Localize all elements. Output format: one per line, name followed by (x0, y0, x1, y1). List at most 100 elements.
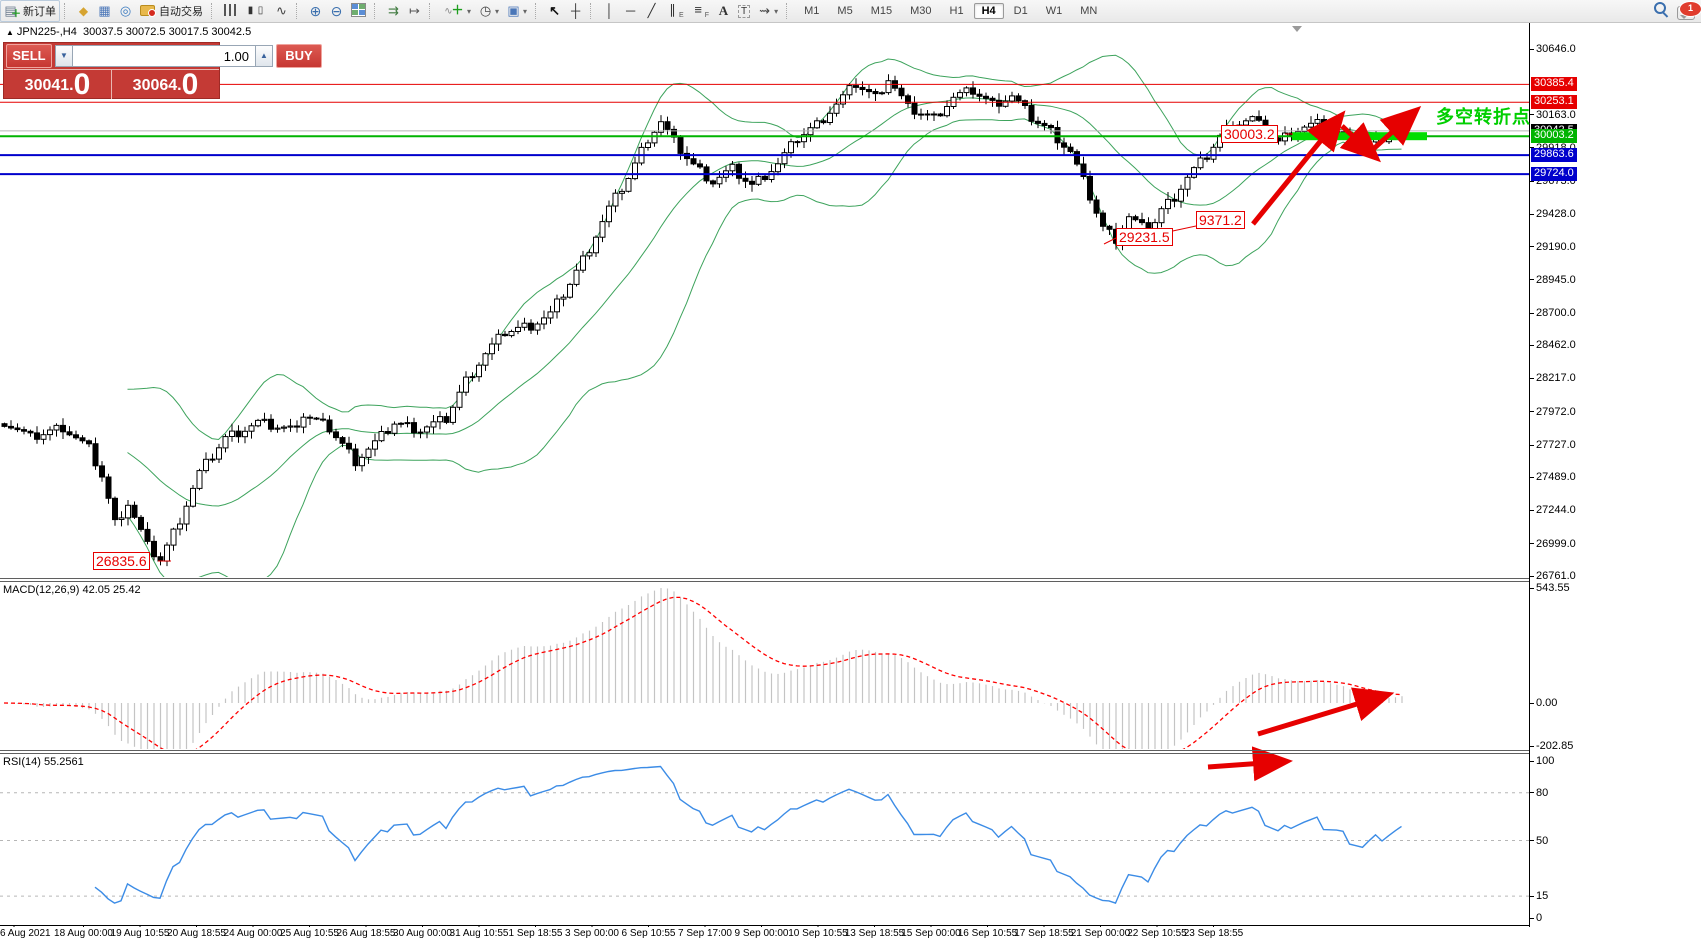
rsi-scale-tick: 15 (1530, 890, 1548, 902)
toolbar-separator (429, 3, 435, 19)
hline-glyph: ─ (624, 3, 637, 19)
timeframe-m15[interactable]: M15 (863, 3, 900, 19)
vline-glyph: │ (603, 3, 616, 19)
time-label: 6 Aug 2021 (0, 928, 51, 939)
grid-glyph (351, 3, 366, 20)
templates-button[interactable]: ▣▾ (503, 0, 531, 22)
time-label: 22 Sep 10:55 (1127, 928, 1187, 939)
horizontal-line-button[interactable]: ─ (620, 0, 641, 22)
chevron-down-icon: ▾ (495, 7, 499, 16)
price-annotation-9371.2[interactable]: 9371.2 (1196, 211, 1245, 229)
collapse-triangle-icon[interactable]: ▲ (6, 28, 14, 37)
crosshair-button[interactable]: ┼ (565, 0, 586, 22)
timeframe-m1[interactable]: M1 (796, 3, 827, 19)
shift-glyph: ↦ (408, 3, 421, 19)
indicator-plus-glyph: ∿＋ (442, 2, 464, 20)
chart-shift-icon[interactable]: ↦ (404, 0, 425, 22)
new-order-button-label: 新订单 (23, 3, 56, 19)
price-annotation-29231.5[interactable]: 29231.5 (1116, 228, 1173, 246)
bar-chart-icon[interactable] (220, 0, 240, 22)
equidistant-channel-button[interactable]: ∥E (662, 0, 688, 22)
timeframe-mn[interactable]: MN (1072, 3, 1105, 19)
price-badge: 29863.6 (1531, 148, 1577, 162)
auto-scroll-icon[interactable]: ⇉ (383, 0, 404, 22)
symbol-period: JPN225-,H4 (17, 26, 77, 38)
time-label: 24 Aug 00:00 (224, 928, 283, 939)
sell-button[interactable]: SELL (6, 44, 52, 68)
notifications-icon[interactable]: 1 (1677, 6, 1695, 20)
tile-windows-icon[interactable] (347, 0, 370, 22)
toolbar: ▤＋新订单◆▦◎自动交易▮▯∿⊕⊖⇉↦∿＋▾◷▾▣▾↖┼│─╱∥E≡FAT⇝▾M… (0, 0, 1701, 23)
fibonacci-button[interactable]: ≡F (688, 0, 713, 22)
arrows-button[interactable]: ⇝▾ (754, 0, 782, 22)
bars-glyph (224, 4, 236, 19)
timeframe-h4[interactable]: H4 (974, 3, 1004, 19)
candlestick-chart-icon[interactable]: ▮▯ (240, 0, 271, 22)
label-glyph: T (738, 5, 750, 18)
toolbar-separator (296, 3, 302, 19)
indicators-button[interactable]: ∿＋▾ (438, 0, 475, 22)
navigator-icon[interactable]: ◎ (115, 0, 136, 22)
trendline-button[interactable]: ╱ (641, 0, 662, 22)
price-tick: 30646.0 (1530, 43, 1576, 55)
text-label-button[interactable]: T (734, 0, 754, 22)
timeframe-d1[interactable]: D1 (1006, 3, 1036, 19)
volume-decrease-button[interactable]: ▼ (55, 45, 73, 67)
vertical-line-button[interactable]: │ (599, 0, 620, 22)
rsi-panel-separator[interactable] (0, 750, 1529, 751)
chart-shift-marker[interactable] (1292, 26, 1302, 37)
window-glyph: ▦ (98, 3, 111, 19)
macd-label: MACD(12,26,9) 42.05 25.42 (3, 584, 141, 596)
chevron-down-icon: ▾ (774, 7, 778, 16)
search-icon[interactable] (1654, 2, 1667, 15)
ohlc-values: 30037.5 30072.5 30017.5 30042.5 (83, 26, 251, 38)
price-axis[interactable]: 30646.030163.029918.029673.029428.029190… (1529, 23, 1701, 927)
price-tick: 28700.0 (1530, 307, 1576, 319)
template-glyph: ▣ (507, 3, 520, 19)
macd-scale-tick: -202.85 (1530, 740, 1573, 752)
price-annotation-26835.6[interactable]: 26835.6 (93, 552, 150, 570)
zoom-out-icon[interactable]: ⊖ (326, 0, 347, 22)
toolbar-separator (211, 3, 217, 19)
market-watch-icon[interactable]: ◆ (73, 0, 94, 22)
data-window-icon[interactable]: ▦ (94, 0, 115, 22)
cursor-button[interactable]: ↖ (544, 0, 565, 22)
zoom-in-icon[interactable]: ⊕ (305, 0, 326, 22)
buy-price[interactable]: 30064.0 (112, 70, 219, 99)
one-click-trading-panel: SELL ▼ ▲ BUY 30041.0 30064.0 (3, 42, 220, 99)
price-badge: 29724.0 (1531, 167, 1577, 181)
price-annotation-30003.2[interactable]: 30003.2 (1221, 125, 1278, 143)
clock-glyph: ◷ (479, 3, 492, 19)
timeframe-h1[interactable]: H1 (942, 3, 972, 19)
shapes-glyph: ⇝ (758, 3, 771, 19)
timeframe-w1[interactable]: W1 (1038, 3, 1071, 19)
sell-price[interactable]: 30041.0 (4, 70, 112, 99)
cursor-glyph: ↖ (548, 3, 561, 19)
volume-increase-button[interactable]: ▲ (255, 45, 273, 67)
macd-panel-separator[interactable] (0, 578, 1529, 579)
time-axis[interactable]: 6 Aug 202118 Aug 00:0019 Aug 10:5520 Aug… (0, 927, 1529, 939)
scroll-glyph: ⇉ (387, 3, 400, 19)
time-label: 20 Aug 18:55 (167, 928, 226, 939)
timeframe-m30[interactable]: M30 (902, 3, 939, 19)
price-tick: 27727.0 (1530, 439, 1576, 451)
zoom-in-glyph: ⊕ (309, 3, 322, 19)
rsi-indicator (0, 767, 1529, 904)
diamond-glyph: ◆ (77, 3, 90, 19)
text-button[interactable]: A (713, 0, 734, 22)
chart-canvas[interactable] (0, 0, 1529, 939)
periods-button[interactable]: ◷▾ (475, 0, 503, 22)
line-chart-icon[interactable]: ∿ (271, 0, 292, 22)
time-label: 13 Sep 18:55 (845, 928, 905, 939)
macd-scale-tick: 543.55 (1530, 582, 1570, 594)
rsi-label: RSI(14) 55.2561 (3, 756, 84, 768)
price-tick: 28945.0 (1530, 274, 1576, 286)
autotrading-button[interactable]: 自动交易 (136, 0, 207, 22)
volume-input[interactable] (73, 45, 255, 67)
mt4-window: ▤＋新订单◆▦◎自动交易▮▯∿⊕⊖⇉↦∿＋▾◷▾▣▾↖┼│─╱∥E≡FAT⇝▾M… (0, 0, 1701, 939)
rsi-scale-tick: 50 (1530, 835, 1548, 847)
timeframe-m5[interactable]: M5 (829, 3, 860, 19)
buy-button[interactable]: BUY (276, 44, 322, 68)
annotation-note[interactable]: 多空转折点 (1436, 103, 1531, 129)
new-order-button[interactable]: ▤＋新订单 (0, 0, 60, 22)
